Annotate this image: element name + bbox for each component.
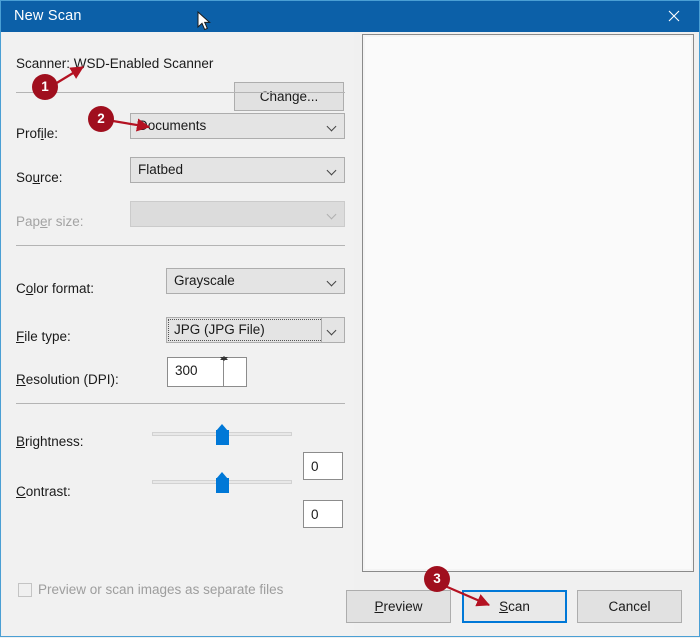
preview-button[interactable]: Preview (346, 590, 451, 623)
profile-label: Profile: (16, 126, 59, 141)
source-label: Source: (16, 170, 63, 185)
scan-button-label: Scan (499, 599, 530, 614)
chevron-down-icon (328, 278, 336, 286)
chevron-down-icon (328, 211, 336, 219)
separator-1 (16, 92, 345, 93)
annotation-badge-3: 3 (424, 566, 450, 592)
contrast-value: 0 (311, 507, 319, 522)
color-format-label: Color format: (16, 281, 95, 296)
file-type-dropdown[interactable]: JPG (JPG File) (166, 317, 345, 343)
title-bar: New Scan (1, 1, 699, 32)
brightness-value-box[interactable]: 0 (303, 452, 343, 480)
brightness-label: Brightness: (16, 434, 84, 449)
resolution-spinner[interactable]: 300 (167, 356, 247, 387)
resolution-label: Resolution (DPI): (16, 372, 119, 387)
scan-button[interactable]: Scan (462, 590, 567, 623)
change-button[interactable]: Change... (234, 82, 344, 111)
thumb-body (216, 478, 229, 493)
separator-3 (16, 403, 345, 404)
chevron-down-icon (328, 123, 336, 131)
color-format-value: Grayscale (174, 273, 235, 288)
spinner-buttons (220, 356, 246, 386)
annotation-badge-1: 1 (32, 74, 58, 100)
new-scan-dialog: New Scan Scanner: WSD-Enabled Scanner Ch… (0, 0, 700, 637)
scan-preview-area[interactable] (362, 34, 694, 572)
window-title: New Scan (14, 8, 82, 24)
resolution-value: 300 (175, 363, 198, 378)
annotation-badge-2: 2 (88, 106, 114, 132)
scan-settings-panel: Scanner: WSD-Enabled Scanner Change... P… (2, 32, 354, 636)
slider-thumb[interactable] (216, 472, 229, 493)
cancel-button[interactable]: Cancel (577, 590, 682, 623)
contrast-value-box[interactable]: 0 (303, 500, 343, 528)
cancel-button-label: Cancel (608, 599, 651, 614)
slider-thumb[interactable] (216, 424, 229, 445)
triangle-down-icon (220, 357, 228, 361)
chevron-down-icon (328, 167, 336, 175)
contrast-label: Contrast: (16, 484, 71, 499)
contrast-slider[interactable] (152, 472, 292, 493)
brightness-slider[interactable] (152, 424, 292, 445)
paper-size-dropdown (130, 201, 345, 227)
source-value: Flatbed (138, 162, 184, 177)
chevron-down-icon (328, 327, 336, 335)
paper-size-label: Paper size: (16, 214, 84, 229)
preview-separate-files-label: Preview or scan images as separate files (38, 582, 284, 597)
close-icon[interactable] (653, 1, 699, 32)
thumb-body (216, 430, 229, 445)
separator-2 (16, 245, 345, 246)
file-type-label: File type: (16, 329, 71, 344)
preview-separate-files-checkbox (18, 583, 32, 597)
profile-dropdown[interactable]: Documents (130, 113, 345, 139)
source-dropdown[interactable]: Flatbed (130, 157, 345, 183)
profile-value: Documents (138, 118, 207, 133)
scanner-label: Scanner: WSD-Enabled Scanner (16, 56, 214, 71)
close-glyph (668, 10, 680, 22)
color-format-dropdown[interactable]: Grayscale (166, 268, 345, 294)
preview-button-label: Preview (374, 599, 423, 614)
brightness-value: 0 (311, 459, 319, 474)
file-type-value: JPG (JPG File) (174, 322, 265, 337)
